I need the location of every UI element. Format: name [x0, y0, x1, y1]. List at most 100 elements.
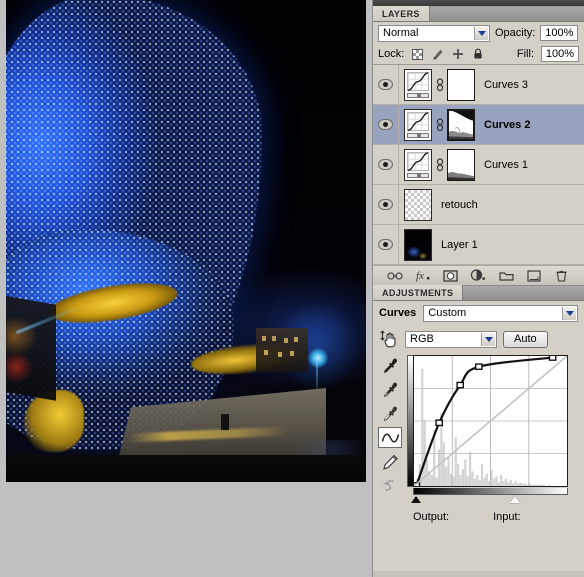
channel-row: RGB Auto	[373, 325, 584, 353]
channel-value: RGB	[410, 333, 434, 345]
layer-thumbnail[interactable]	[404, 188, 432, 221]
foreground-ground	[6, 455, 366, 482]
layer-name: Curves 3	[484, 78, 529, 91]
output-input-row: Output: Input:	[413, 511, 521, 523]
set-black-point-eyedropper-icon[interactable]	[378, 355, 402, 376]
delete-layer-icon[interactable]	[554, 268, 570, 283]
edit-points-curve-icon[interactable]	[378, 427, 402, 448]
link-icon[interactable]	[435, 157, 444, 173]
svg-text:fx: fx	[416, 270, 424, 282]
chevron-down-icon[interactable]	[474, 26, 488, 40]
layer-visibility-toggle[interactable]	[373, 65, 399, 104]
layer-mask-thumbnail[interactable]	[447, 68, 475, 101]
layer-thumbnails	[399, 188, 432, 221]
table-row[interactable]: Curves 3	[373, 65, 584, 105]
auto-button-label: Auto	[514, 333, 537, 345]
set-white-point-eyedropper-icon[interactable]	[378, 403, 402, 424]
layer-visibility-toggle[interactable]	[373, 185, 399, 224]
new-layer-icon[interactable]	[526, 268, 542, 283]
add-layer-style-icon[interactable]: fx	[415, 268, 431, 283]
blend-mode-value: Normal	[383, 27, 419, 39]
eye-icon[interactable]	[378, 239, 393, 250]
eye-icon[interactable]	[378, 159, 393, 170]
set-gray-point-eyedropper-icon[interactable]	[378, 379, 402, 400]
blend-mode-select[interactable]: Normal	[378, 24, 490, 42]
curve-plot[interactable]	[414, 356, 567, 486]
smooth-curve-icon[interactable]	[378, 475, 402, 496]
lock-label: Lock:	[378, 48, 405, 60]
table-row[interactable]: Layer 1	[373, 225, 584, 265]
output-label: Output:	[413, 511, 450, 523]
photo-image[interactable]	[6, 0, 366, 482]
tab-layers[interactable]: LAYERS	[373, 6, 430, 21]
new-group-icon[interactable]	[498, 268, 514, 283]
curves-graph[interactable]	[413, 355, 568, 487]
layer-mask-thumbnail[interactable]	[447, 108, 475, 141]
adjustments-tabbar: ADJUSTMENTS	[373, 285, 584, 301]
chevron-down-icon[interactable]	[481, 332, 495, 346]
layers-tabbar: LAYERS	[373, 6, 584, 22]
podium-door	[221, 414, 229, 430]
layer-name: Curves 2	[484, 118, 531, 131]
layer-visibility-toggle[interactable]	[373, 225, 399, 264]
lock-image-pixels-icon[interactable]	[431, 48, 444, 61]
table-row[interactable]: Curves 2	[373, 105, 584, 145]
curves-tool-column	[376, 355, 404, 496]
eye-icon[interactable]	[378, 199, 393, 210]
layer-visibility-toggle[interactable]	[373, 105, 399, 144]
lock-position-icon[interactable]	[451, 48, 464, 61]
layers-list: Curves 3 Curves 2 Curves 1 retouch Layer…	[373, 64, 584, 265]
layer-mask-thumbnail[interactable]	[447, 148, 475, 181]
channel-select[interactable]: RGB	[405, 330, 497, 348]
fill-label: Fill:	[516, 48, 534, 60]
fill-input[interactable]: 100%	[541, 46, 579, 62]
lock-all-icon[interactable]	[471, 48, 484, 61]
table-row[interactable]: retouch	[373, 185, 584, 225]
link-icon[interactable]	[435, 117, 444, 133]
adjustment-name: Curves	[379, 307, 417, 319]
lock-transparency-icon[interactable]	[411, 48, 424, 61]
layer-thumbnail[interactable]	[404, 228, 432, 261]
opacity-input[interactable]: 100%	[540, 25, 579, 41]
preset-row: Curves Custom	[373, 301, 584, 325]
layer-name: retouch	[441, 198, 478, 211]
input-label: Input:	[493, 511, 521, 523]
targeted-adjustment-hand-icon[interactable]	[379, 329, 399, 349]
layers-toolbar: fx	[373, 265, 584, 286]
panel-bottom-strip	[373, 571, 584, 577]
table-row[interactable]: Curves 1	[373, 145, 584, 185]
chevron-down-icon[interactable]	[562, 306, 576, 320]
curves-adjustment-thumbnail[interactable]	[404, 68, 432, 101]
eye-icon[interactable]	[378, 119, 393, 130]
add-layer-mask-icon[interactable]	[443, 268, 459, 283]
curves-editor: Output: Input:	[373, 353, 584, 531]
eye-icon[interactable]	[378, 79, 393, 90]
input-gradient-bar	[413, 488, 568, 495]
opacity-label: Opacity:	[495, 27, 536, 39]
photoshop-window: LAYERS Normal Opacity: 100% Lock: Fill: …	[0, 0, 584, 577]
curves-adjustment-thumbnail[interactable]	[404, 148, 432, 181]
lock-row: Lock: Fill: 100%	[373, 44, 584, 64]
white-point-slider[interactable]	[510, 496, 520, 503]
curves-graph-wrap	[407, 355, 574, 505]
link-icon[interactable]	[435, 77, 444, 93]
foreground-red-light	[6, 352, 32, 382]
link-layers-icon[interactable]	[387, 268, 403, 283]
layers-panel: Normal Opacity: 100% Lock: Fill: 100% Cu…	[373, 22, 584, 286]
preset-select[interactable]: Custom	[423, 304, 578, 322]
street-lamp-glow	[308, 348, 328, 368]
fill-value: 100%	[545, 48, 575, 60]
blend-opacity-row: Normal Opacity: 100%	[373, 22, 584, 44]
black-point-slider[interactable]	[411, 496, 421, 503]
layer-thumbnails	[399, 108, 475, 141]
opacity-value: 100%	[545, 27, 574, 39]
preset-value: Custom	[428, 307, 467, 319]
tab-adjustments[interactable]: ADJUSTMENTS	[373, 285, 464, 300]
new-adjustment-layer-icon[interactable]	[470, 268, 486, 283]
layer-thumbnails	[399, 228, 432, 261]
auto-button[interactable]: Auto	[503, 330, 548, 348]
curves-adjustment-thumbnail[interactable]	[404, 108, 432, 141]
layer-thumbnails	[399, 148, 475, 181]
layer-visibility-toggle[interactable]	[373, 145, 399, 184]
draw-pencil-curve-icon[interactable]	[378, 451, 402, 472]
